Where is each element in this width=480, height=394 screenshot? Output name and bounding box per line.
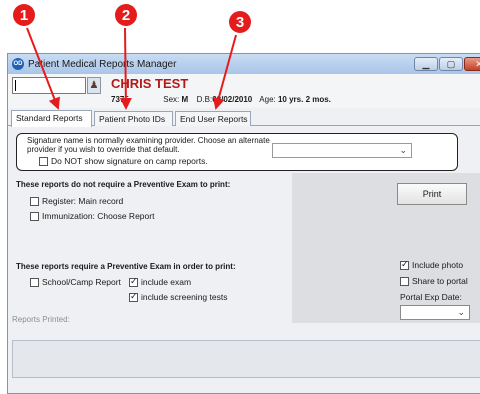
sex-value: M: [181, 95, 189, 104]
age-label: Age:: [259, 95, 276, 104]
reports-window: OD Patient Medical Reports Manager ▁ ▢ ✕…: [7, 53, 480, 394]
maximize-button[interactable]: ▢: [439, 57, 463, 71]
include-exam-option[interactable]: include exam: [129, 276, 192, 287]
register-label: Register: Main record: [42, 196, 124, 206]
reports-printed-list[interactable]: [12, 340, 480, 378]
share-portal-checkbox[interactable]: [400, 276, 409, 286]
chevron-down-icon: ⌄: [399, 145, 407, 155]
no-signature-option[interactable]: Do NOT show signature on camp reports.: [39, 156, 208, 166]
callout-1-badge: 1: [13, 4, 35, 26]
exam-heading: These reports require a Preventive Exam …: [16, 262, 236, 271]
age-value: 10 yrs. 2 mos.: [277, 95, 331, 104]
close-button[interactable]: ✕: [464, 57, 480, 71]
patient-id-input[interactable]: [12, 77, 86, 94]
patient-header: ♟ CHRIS TEST 7375 Sex: M D.B:02/02/2010 …: [8, 74, 480, 108]
school-camp-checkbox[interactable]: [30, 277, 39, 287]
immunization-label: Immunization: Choose Report: [42, 211, 155, 221]
register-option[interactable]: Register: Main record: [30, 196, 123, 206]
no-signature-label: Do NOT show signature on camp reports.: [51, 156, 208, 166]
include-exam-checkbox[interactable]: [129, 276, 138, 287]
patient-number: 7375: [111, 95, 129, 104]
chevron-down-icon: ⌄: [457, 307, 465, 317]
minimize-button[interactable]: ▁: [414, 57, 438, 71]
callout-3-badge: 3: [229, 11, 251, 33]
include-tests-label: include screening tests: [141, 292, 228, 302]
immunization-checkbox[interactable]: [30, 211, 39, 221]
portal-exp-date-select[interactable]: ⌄: [400, 305, 470, 320]
sex-label: Sex:: [163, 95, 180, 104]
tab-standard-reports[interactable]: Standard Reports: [11, 110, 92, 127]
register-checkbox[interactable]: [30, 196, 39, 206]
callout-2-badge: 2: [115, 4, 137, 26]
dob-label: D.B:: [196, 95, 213, 104]
print-button[interactable]: Print: [397, 183, 467, 205]
signature-note: Signature name is normally examining pro…: [27, 136, 270, 154]
text-caret: [15, 80, 16, 91]
dob-value: 02/02/2010: [212, 95, 253, 104]
tab-end-user-reports[interactable]: End User Reports: [175, 111, 251, 126]
patient-avatar-icon[interactable]: ♟: [87, 77, 101, 94]
include-photo-checkbox[interactable]: [400, 259, 409, 270]
patient-name: CHRIS TEST: [111, 76, 189, 91]
standard-reports-panel: Signature name is normally examining pro…: [8, 127, 480, 393]
include-tests-option[interactable]: include screening tests: [129, 291, 228, 302]
patient-details: 7375 Sex: M D.B:02/02/2010 Age: 10 yrs. …: [111, 95, 331, 104]
print-options-panel: Print Include photo Share to portal Port…: [292, 173, 480, 323]
school-camp-label: School/Camp Report: [42, 277, 121, 287]
immunization-option[interactable]: Immunization: Choose Report: [30, 211, 154, 221]
tab-patient-photo-ids[interactable]: Patient Photo IDs: [94, 111, 173, 126]
window-title: Patient Medical Reports Manager: [28, 59, 177, 70]
include-tests-checkbox[interactable]: [129, 291, 138, 302]
no-exam-heading: These reports do not require a Preventiv…: [16, 180, 231, 189]
signature-group: Signature name is normally examining pro…: [16, 133, 458, 171]
share-portal-option[interactable]: Share to portal: [400, 276, 468, 286]
include-photo-option[interactable]: Include photo: [400, 259, 464, 270]
share-portal-label: Share to portal: [412, 276, 468, 286]
signature-provider-select[interactable]: ⌄: [272, 143, 412, 158]
school-camp-option[interactable]: School/Camp Report: [30, 277, 121, 287]
include-photo-label: Include photo: [412, 260, 464, 270]
title-bar[interactable]: OD Patient Medical Reports Manager ▁ ▢ ✕: [8, 54, 480, 74]
no-signature-checkbox[interactable]: [39, 156, 48, 166]
portal-exp-label: Portal Exp Date:: [400, 292, 462, 302]
reports-printed-label: Reports Printed:: [12, 315, 70, 324]
app-icon: OD: [12, 58, 24, 70]
report-tabs: Standard Reports Patient Photo IDs End U…: [8, 110, 480, 127]
include-exam-label: include exam: [141, 277, 192, 287]
